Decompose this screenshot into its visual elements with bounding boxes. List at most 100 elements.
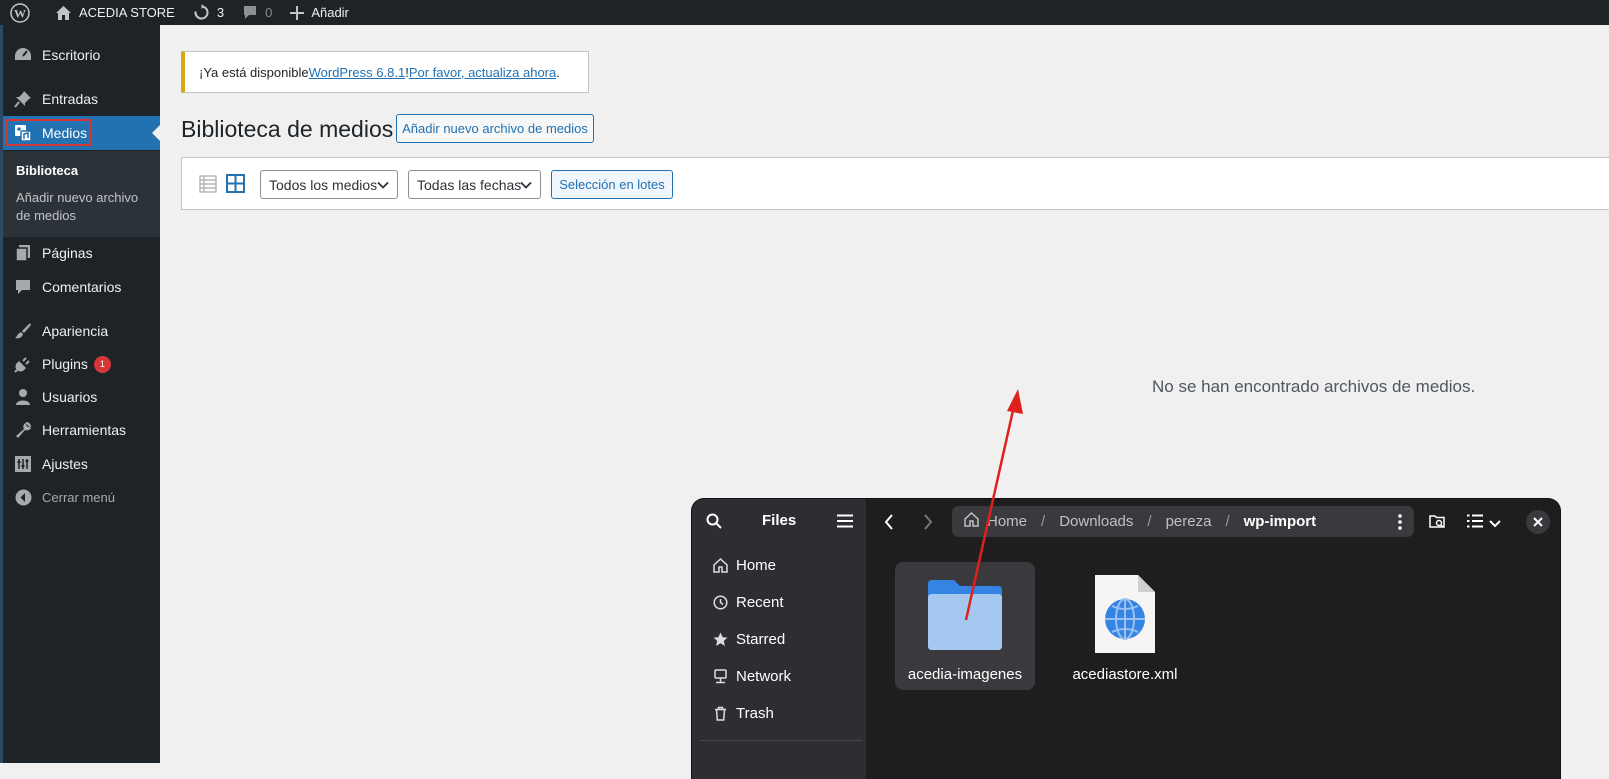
- current-menu-arrow: [152, 125, 160, 141]
- update-now-link[interactable]: Por favor, actualiza ahora: [409, 65, 556, 80]
- path-separator: /: [1225, 513, 1230, 530]
- files-sidebar-label: Starred: [736, 631, 786, 648]
- menu-item-usuarios[interactable]: Usuarios: [3, 380, 160, 414]
- menu-item-plugins[interactable]: Plugins 1: [3, 347, 160, 381]
- path-crumb-current[interactable]: wp-import: [1244, 513, 1317, 530]
- menu-item-herramientas[interactable]: Herramientas: [3, 413, 160, 447]
- menu-item-ajustes[interactable]: Ajustes: [3, 447, 160, 481]
- menu-item-entradas[interactable]: Entradas: [3, 82, 160, 116]
- new-content-link[interactable]: Añadir: [281, 0, 358, 25]
- menu-label: Plugins: [42, 356, 88, 372]
- plugins-update-badge: 1: [93, 355, 111, 373]
- file-name: acediastore.xml: [1072, 666, 1178, 683]
- notice-text: .: [556, 64, 560, 80]
- path-separator: /: [1147, 513, 1152, 530]
- files-sidebar-label: Network: [736, 668, 792, 685]
- clock-icon: [712, 595, 728, 611]
- wrench-icon: [13, 420, 33, 440]
- list-view-icon[interactable]: [1467, 514, 1483, 533]
- files-sidebar-home[interactable]: Home: [712, 557, 862, 574]
- comments-count: 0: [265, 5, 273, 20]
- menu-label: Ajustes: [42, 456, 88, 472]
- grid-view-icon[interactable]: [226, 174, 245, 198]
- menu-label: Herramientas: [42, 422, 127, 438]
- path-bar: Home / Downloads / pereza / wp-import: [952, 506, 1414, 537]
- comment-icon: [13, 277, 33, 297]
- files-app-title: Files: [762, 512, 797, 529]
- file-item-folder[interactable]: acedia-imagenes: [895, 562, 1035, 690]
- chevron-down-icon: [377, 181, 389, 189]
- path-crumb-downloads[interactable]: Downloads: [1059, 513, 1133, 530]
- admin-bar: W ACEDIA STORE 3 0 Añadir: [0, 0, 1609, 25]
- wordpress-logo-icon[interactable]: W: [0, 0, 46, 25]
- menu-item-paginas[interactable]: Páginas: [3, 236, 160, 270]
- add-new-media-button[interactable]: Añadir nuevo archivo de medios: [396, 114, 594, 143]
- updates-link[interactable]: 3: [184, 0, 233, 25]
- media-toolbar: Todos los medios Todas las fechas Selecc…: [181, 157, 1609, 210]
- files-sidebar-starred[interactable]: Starred: [712, 631, 862, 648]
- menu-item-apariencia[interactable]: Apariencia: [3, 314, 160, 348]
- plugin-icon: [13, 354, 33, 374]
- menu-label: Apariencia: [42, 323, 109, 339]
- bulk-select-button[interactable]: Selección en lotes: [551, 170, 673, 199]
- submenu-biblioteca[interactable]: Biblioteca: [16, 162, 146, 180]
- files-sidebar-network[interactable]: Network: [712, 668, 862, 685]
- submenu-add-new[interactable]: Añadir nuevo archivo de medios: [16, 189, 146, 225]
- list-view-icon[interactable]: [199, 175, 217, 198]
- comment-bubble-icon: [244, 6, 257, 19]
- media-submenu: Biblioteca Añadir nuevo archivo de medio…: [3, 151, 160, 237]
- home-icon: [56, 5, 71, 20]
- path-crumb-pereza[interactable]: pereza: [1166, 513, 1212, 530]
- folder-icon: [926, 576, 1004, 659]
- menu-label: Entradas: [42, 91, 99, 107]
- menu-label: Escritorio: [42, 47, 101, 63]
- chevron-down-icon: [520, 181, 532, 189]
- updates-count: 3: [216, 5, 225, 20]
- back-arrow-icon[interactable]: [884, 514, 894, 535]
- xml-web-file-icon: [1092, 572, 1158, 661]
- new-label: Añadir: [311, 5, 349, 20]
- pin-icon: [13, 89, 33, 109]
- dashboard-icon: [13, 45, 33, 65]
- wordpress-version-link[interactable]: WordPress 6.8.1: [309, 65, 406, 80]
- close-icon[interactable]: [1526, 510, 1550, 534]
- menu-item-medios[interactable]: Medios: [3, 116, 160, 150]
- path-crumb-home[interactable]: Home: [987, 513, 1027, 530]
- files-sidebar-label: Recent: [736, 594, 784, 611]
- svg-text:W: W: [14, 6, 26, 20]
- site-name-link[interactable]: ACEDIA STORE: [46, 0, 184, 25]
- menu-label: Comentarios: [42, 279, 122, 295]
- forward-arrow-icon[interactable]: [923, 514, 933, 535]
- files-window: Files Home Recent Starred Network Trash: [692, 499, 1560, 779]
- hamburger-menu-icon[interactable]: [837, 514, 853, 533]
- highlight-box: [5, 119, 91, 146]
- kebab-menu-icon[interactable]: [1398, 514, 1402, 534]
- files-sidebar: Files Home Recent Starred Network Trash: [692, 499, 866, 779]
- notice-text: ¡Ya está disponible: [199, 64, 309, 80]
- page-title: Biblioteca de medios: [181, 116, 394, 142]
- collapse-menu-button[interactable]: Cerrar menú: [3, 480, 160, 514]
- menu-item-escritorio[interactable]: Escritorio: [3, 38, 160, 72]
- media-type-filter[interactable]: Todos los medios: [260, 170, 398, 199]
- comments-link[interactable]: 0: [233, 0, 281, 25]
- admin-sidebar: Escritorio Entradas Medios Biblioteca Añ…: [0, 25, 160, 763]
- search-icon[interactable]: [706, 513, 722, 534]
- files-sidebar-recent[interactable]: Recent: [712, 594, 862, 611]
- user-icon: [13, 387, 33, 407]
- path-separator: /: [1041, 513, 1046, 530]
- sidebar-divider: [700, 740, 862, 741]
- menu-label: Páginas: [42, 245, 93, 261]
- files-sidebar-label: Home: [736, 557, 777, 574]
- plus-icon: [290, 5, 305, 20]
- menu-item-comentarios[interactable]: Comentarios: [3, 270, 160, 304]
- home-icon: [964, 511, 979, 531]
- files-main-area: Home / Downloads / pereza / wp-import ac…: [866, 499, 1560, 779]
- date-filter[interactable]: Todas las fechas: [408, 170, 541, 199]
- file-name: acedia-imagenes: [907, 666, 1023, 683]
- brush-icon: [13, 321, 33, 341]
- home-icon: [712, 558, 728, 574]
- files-sidebar-trash[interactable]: Trash: [712, 705, 862, 722]
- search-folder-icon[interactable]: [1429, 514, 1446, 534]
- view-options-chevron-icon[interactable]: [1489, 516, 1501, 534]
- file-item-xml[interactable]: acediastore.xml: [1065, 562, 1185, 690]
